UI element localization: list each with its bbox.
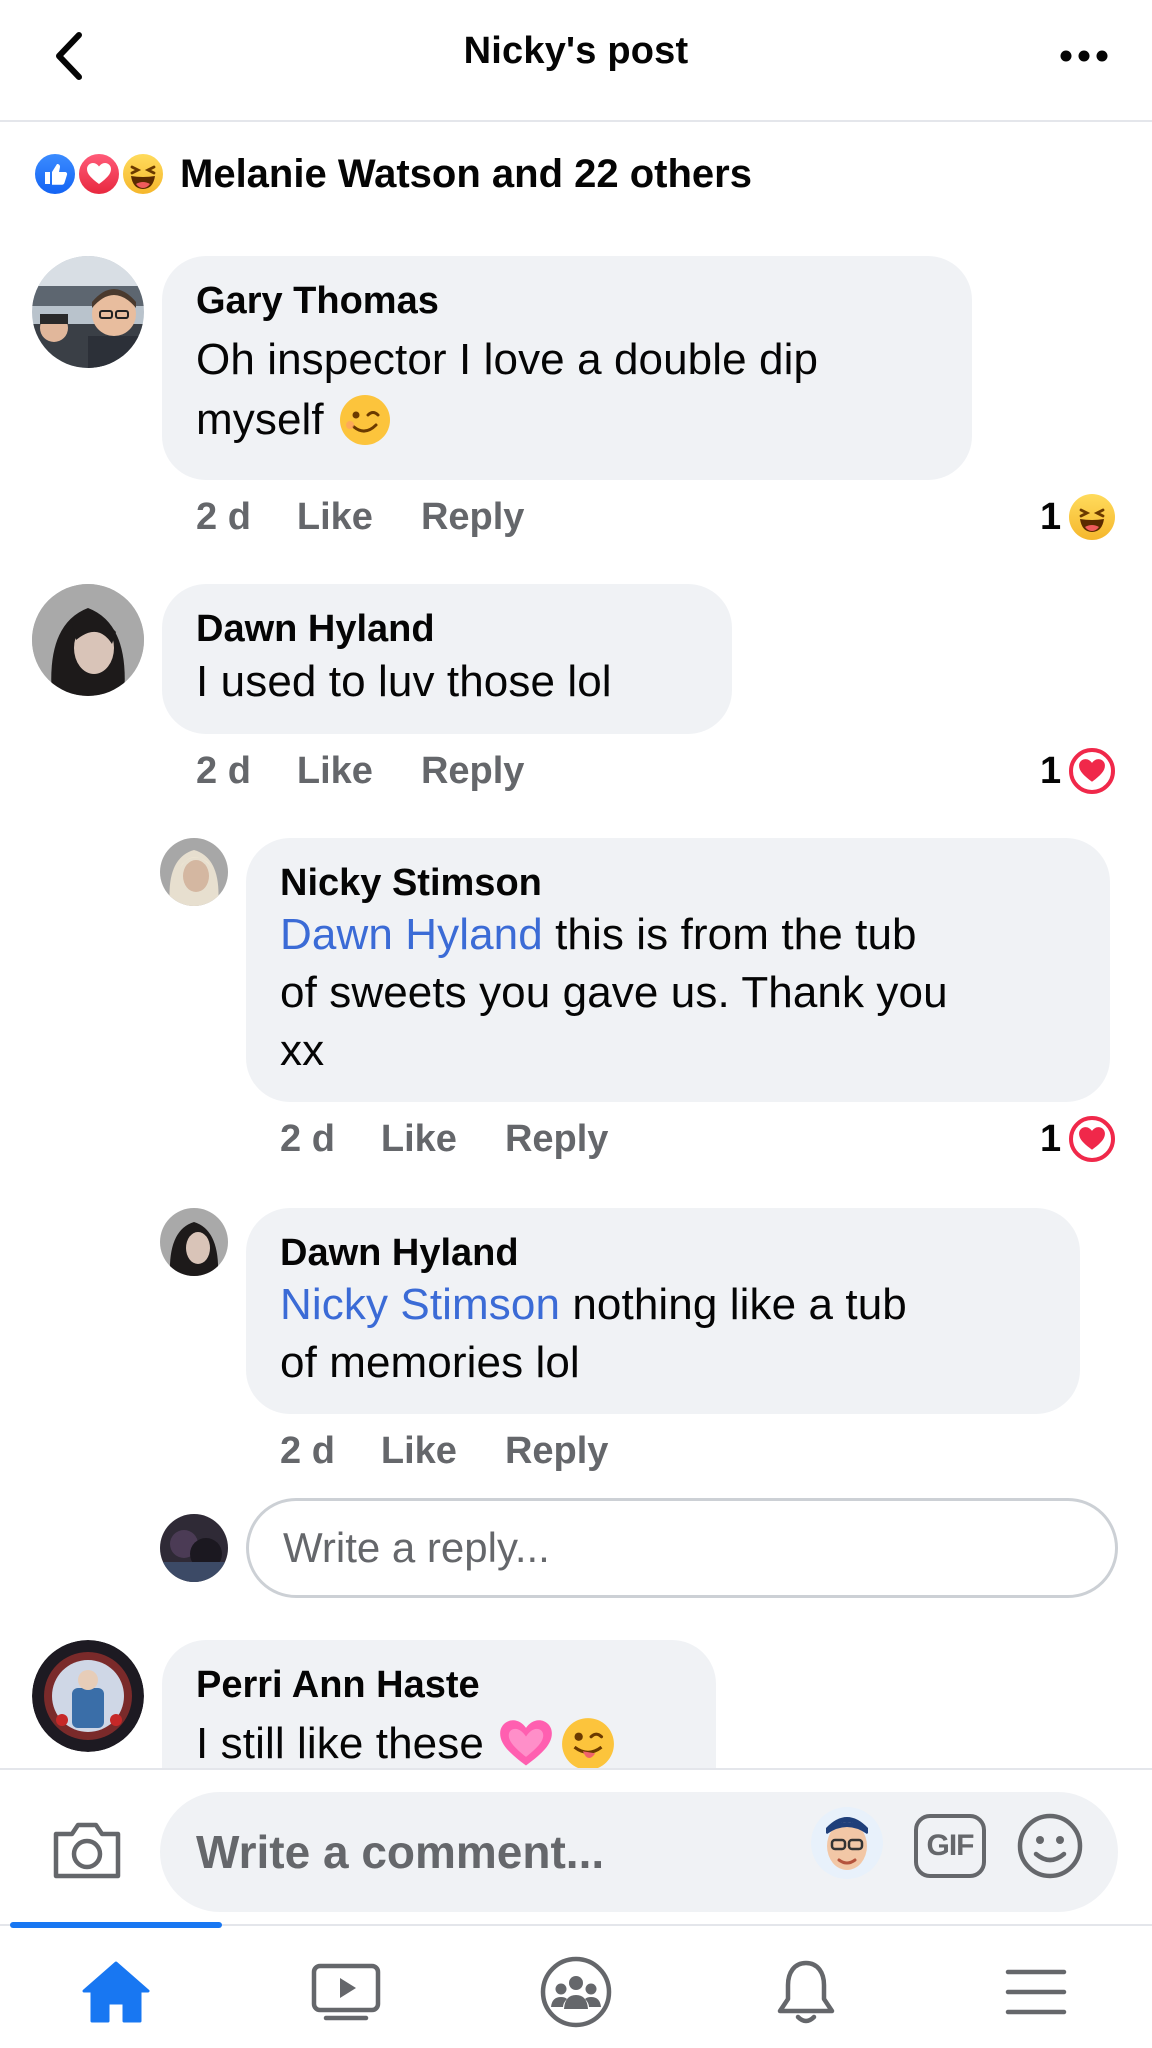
- home-icon: [82, 1961, 150, 2023]
- like-icon: [32, 151, 78, 197]
- header-bar: Nicky's post: [0, 0, 1152, 122]
- pink-heart-emoji-icon: [500, 1720, 552, 1766]
- love-icon: [76, 151, 122, 197]
- page-title: Nicky's post: [463, 30, 689, 72]
- comment-author[interactable]: Gary Thomas: [196, 278, 938, 324]
- comment-text: I still like these: [196, 1714, 682, 1770]
- gif-button[interactable]: GIF: [914, 1814, 986, 1878]
- avatar[interactable]: [32, 584, 144, 696]
- watch-icon: [311, 1963, 381, 2021]
- avatar-sticker-button[interactable]: [808, 1804, 886, 1882]
- bottom-tab-bar: [0, 1922, 1152, 2048]
- tab-groups[interactable]: [536, 1954, 616, 2030]
- comment-author[interactable]: Perri Ann Haste: [196, 1662, 682, 1708]
- more-horizontal-icon: [1060, 50, 1108, 62]
- camera-button[interactable]: [50, 1818, 124, 1882]
- comment-reaction-count[interactable]: 1: [1040, 748, 1116, 794]
- smiley-icon: [1017, 1813, 1083, 1879]
- comment-timestamp: 2 d: [196, 496, 251, 538]
- current-user-avatar: [160, 1514, 228, 1582]
- like-button[interactable]: Like: [381, 1118, 457, 1161]
- reactions-summary-text: Melanie Watson and 22 others: [180, 151, 752, 196]
- reply-button[interactable]: Reply: [505, 1118, 608, 1161]
- notifications-icon: [777, 1960, 835, 2024]
- reply-reaction-count[interactable]: 1: [1040, 1116, 1116, 1162]
- reply-button[interactable]: Reply: [421, 750, 524, 793]
- groups-icon: [540, 1956, 612, 2028]
- camera-icon: [53, 1822, 121, 1879]
- reply-button[interactable]: Reply: [505, 1430, 608, 1473]
- haha-icon: [120, 151, 166, 197]
- avatar[interactable]: [160, 1208, 228, 1276]
- comment-reaction-count[interactable]: 1: [1040, 494, 1116, 540]
- menu-icon: [1005, 1969, 1067, 2015]
- tab-notifications[interactable]: [766, 1954, 846, 2030]
- more-options-button[interactable]: [1056, 38, 1112, 74]
- reply-text: Dawn Hyland this is from the tub of swee…: [280, 910, 948, 1075]
- post-comments-screen: Nicky's post Melanie Watson and 22 other…: [0, 0, 1152, 2048]
- active-tab-indicator: [10, 1922, 222, 1928]
- tab-home[interactable]: [76, 1954, 156, 2030]
- comment-timestamp: 2 d: [196, 750, 251, 792]
- comment-actions: 2 d Like Reply: [196, 496, 524, 539]
- comment-actions: 2 d Like Reply: [196, 750, 524, 793]
- reply-bubble[interactable]: Nicky Stimson Dawn Hyland this is from t…: [246, 838, 1110, 1102]
- love-icon: [1069, 748, 1116, 794]
- avatar[interactable]: [32, 256, 144, 368]
- avatar[interactable]: [32, 1640, 144, 1752]
- reply-input[interactable]: Write a reply...: [246, 1498, 1118, 1598]
- mention-link[interactable]: Dawn Hyland: [280, 910, 543, 959]
- reply-bubble[interactable]: Dawn Hyland Nicky Stimson nothing like a…: [246, 1208, 1080, 1414]
- avatar-sticker-icon: [811, 1807, 883, 1879]
- reply-timestamp: 2 d: [280, 1430, 335, 1472]
- comment-bubble[interactable]: Dawn Hyland I used to luv those lol: [162, 584, 732, 734]
- comment-author[interactable]: Dawn Hyland: [196, 606, 698, 652]
- reply-text: Nicky Stimson nothing like a tub of memo…: [280, 1280, 907, 1387]
- comment-text: I used to luv those lol: [196, 657, 612, 706]
- wink-emoji-icon: [339, 395, 390, 445]
- like-button[interactable]: Like: [297, 750, 373, 793]
- reply-button[interactable]: Reply: [421, 496, 524, 539]
- comment-text: Oh inspector I love a double dip myself: [196, 330, 938, 450]
- comment-composer: Write a comment... GIF: [0, 1768, 1152, 1924]
- reply-timestamp: 2 d: [280, 1118, 335, 1160]
- mention-link[interactable]: Nicky Stimson: [280, 1280, 560, 1329]
- winking-tongue-emoji-icon: [561, 1718, 614, 1770]
- emoji-button[interactable]: [1016, 1812, 1084, 1880]
- haha-icon: [1069, 494, 1116, 540]
- comment-bubble[interactable]: Perri Ann Haste I still like these: [162, 1640, 716, 1770]
- reactions-summary[interactable]: Melanie Watson and 22 others: [32, 146, 752, 202]
- tab-menu[interactable]: [996, 1954, 1076, 2030]
- like-button[interactable]: Like: [297, 496, 373, 539]
- comment-bubble[interactable]: Gary Thomas Oh inspector I love a double…: [162, 256, 972, 480]
- avatar[interactable]: [160, 838, 228, 906]
- love-icon: [1069, 1116, 1116, 1162]
- reply-author[interactable]: Dawn Hyland: [280, 1230, 1046, 1276]
- reply-actions: 2 d Like Reply: [280, 1430, 608, 1473]
- reaction-icons: [32, 149, 172, 199]
- reply-actions: 2 d Like Reply: [280, 1118, 608, 1161]
- tab-watch[interactable]: [306, 1954, 386, 2030]
- like-button[interactable]: Like: [381, 1430, 457, 1473]
- reply-author[interactable]: Nicky Stimson: [280, 860, 1076, 906]
